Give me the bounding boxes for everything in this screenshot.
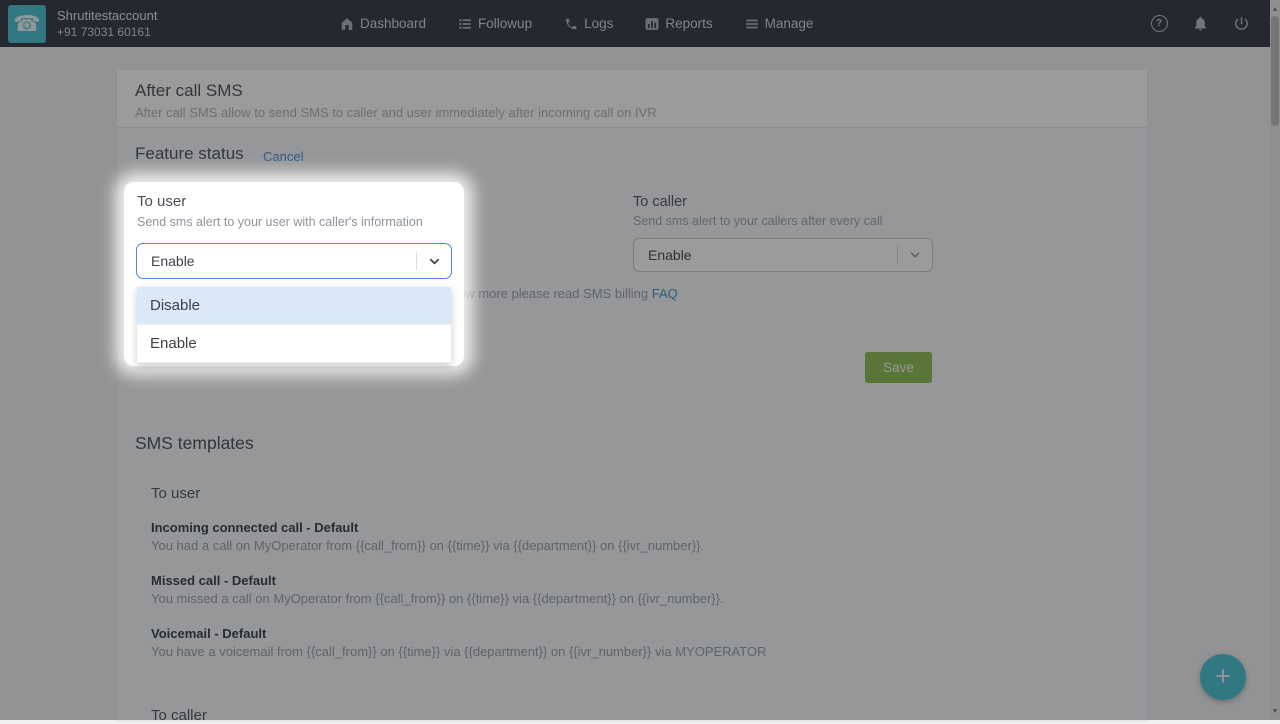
chevron-down-icon (417, 254, 451, 269)
to-user-label: To user (137, 193, 186, 210)
to-user-description: Send sms alert to your user with caller'… (137, 215, 423, 229)
dropdown-option-enable[interactable]: Enable (137, 325, 451, 363)
to-user-spotlight: To user Send sms alert to your user with… (124, 182, 464, 366)
to-user-select[interactable]: Enable (136, 243, 452, 279)
to-user-dropdown-menu: Disable Enable (137, 287, 451, 363)
dropdown-option-disable[interactable]: Disable (137, 287, 451, 325)
to-user-select-value: Enable (137, 253, 416, 269)
